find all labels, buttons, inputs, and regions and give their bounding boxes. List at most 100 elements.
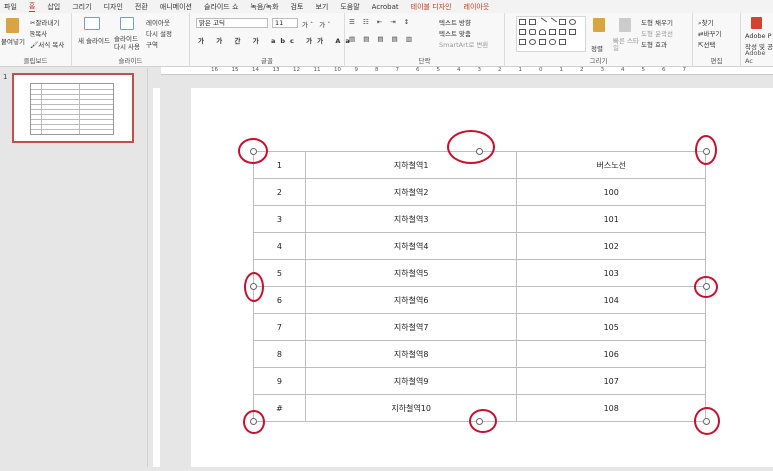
table-cell[interactable]: 101 bbox=[516, 205, 706, 233]
table-cell[interactable]: 지하철역4 bbox=[304, 232, 518, 260]
shape-bracket-icon[interactable] bbox=[539, 39, 546, 45]
shape-textbox-icon[interactable] bbox=[519, 19, 526, 25]
ruler-tick-label: 6 bbox=[662, 67, 666, 73]
table-cell[interactable]: 100 bbox=[516, 178, 706, 206]
shape-effects-button[interactable]: 도형 효과 bbox=[641, 39, 667, 49]
table-cell[interactable]: 지하철역5 bbox=[304, 259, 518, 287]
shapes-gallery[interactable] bbox=[516, 16, 586, 52]
table-cell[interactable]: 지하철역7 bbox=[304, 313, 518, 341]
cut-button[interactable]: ✂잘라내기 bbox=[30, 17, 59, 27]
font-group: 맑은 고딕 11 가ˆ 가ˇ 가 가 간 가 abc 가가 Aa 글꼴 bbox=[190, 13, 350, 67]
select-button[interactable]: ⇱선택 bbox=[698, 39, 715, 49]
shape-textbox-vertical-icon[interactable] bbox=[529, 19, 536, 25]
section-button[interactable]: 구역 bbox=[146, 39, 158, 49]
table-row: 9 지하철역9 107 bbox=[253, 367, 706, 395]
shape-triangle-icon[interactable] bbox=[539, 29, 546, 35]
find-button[interactable]: ⌕찾기 bbox=[698, 17, 714, 28]
table-cell[interactable]: 104 bbox=[516, 286, 706, 314]
table-cell[interactable]: 버스노선 bbox=[516, 151, 706, 179]
shape-oval-icon[interactable] bbox=[569, 19, 576, 25]
slide-thumbnail[interactable] bbox=[12, 73, 134, 143]
shape-outline-button[interactable]: 도형 윤곽선 bbox=[641, 28, 673, 38]
replace-button[interactable]: ⇄바꾸기 bbox=[698, 28, 721, 38]
shape-rounded-rect-icon[interactable] bbox=[529, 29, 536, 35]
tab-animations[interactable]: 애니메이션 bbox=[160, 2, 192, 12]
shape-arrow-down-icon[interactable] bbox=[569, 29, 576, 35]
data-table[interactable]: 1 지하철역1 버스노선 2 지하철역2 100 3 지하철역3 101 4 지하철역4 102 5 지하… bbox=[253, 151, 706, 422]
table-cell[interactable]: 지하철역6 bbox=[304, 286, 518, 314]
arrange-button[interactable]: 정렬 bbox=[591, 43, 603, 53]
table-cell[interactable]: 107 bbox=[516, 367, 706, 395]
arrange-icon bbox=[593, 18, 605, 32]
tab-transitions[interactable]: 전환 bbox=[135, 2, 148, 12]
shape-connector-icon[interactable] bbox=[549, 29, 556, 35]
paste-button[interactable]: 붙여넣기 bbox=[1, 36, 25, 46]
tab-review[interactable]: 검토 bbox=[291, 2, 304, 12]
shape-brace-icon[interactable] bbox=[519, 39, 526, 45]
table-cell[interactable]: 지하철역9 bbox=[304, 367, 518, 395]
tab-draw[interactable]: 그리기 bbox=[72, 2, 91, 12]
vertical-ruler-ticks bbox=[153, 88, 160, 467]
align-text-button[interactable]: 텍스트 맞춤 bbox=[439, 28, 471, 38]
tab-slideshow[interactable]: 슬라이드 쇼 bbox=[204, 2, 238, 12]
reuse-slides-icon bbox=[120, 17, 134, 30]
table-cell[interactable]: 3 bbox=[253, 205, 306, 233]
table-cell[interactable]: 4 bbox=[253, 232, 306, 260]
tab-home[interactable]: 홈 bbox=[28, 1, 36, 12]
quick-styles-button[interactable]: 빠른 스타일 bbox=[613, 38, 639, 52]
tab-insert[interactable]: 삽입 bbox=[47, 2, 60, 12]
reuse-slides-button[interactable]: 슬라이드 다시 사용 bbox=[114, 35, 144, 51]
tab-help[interactable]: 도움말 bbox=[340, 2, 359, 12]
ruler-tick-label: 8 bbox=[375, 67, 379, 73]
list-buttons[interactable]: ☰ ☷ ⇤ ⇥ ↕ bbox=[349, 18, 412, 26]
table-cell[interactable]: 지하철역3 bbox=[304, 205, 518, 233]
table-cell[interactable]: 108 bbox=[516, 394, 706, 422]
tab-view[interactable]: 보기 bbox=[315, 2, 328, 12]
table-cell[interactable]: 8 bbox=[253, 340, 306, 368]
shape-brace2-icon[interactable] bbox=[549, 39, 556, 45]
table-cell[interactable]: 9 bbox=[253, 367, 306, 395]
ruler-tick-label: 4 bbox=[621, 67, 625, 73]
table-cell[interactable]: 지하철역2 bbox=[304, 178, 518, 206]
font-name-select[interactable]: 맑은 고딕 bbox=[196, 18, 268, 28]
table-cell[interactable]: 103 bbox=[516, 259, 706, 287]
table-cell[interactable]: 2 bbox=[253, 178, 306, 206]
smartart-button[interactable]: SmartArt로 변환 bbox=[439, 39, 488, 49]
text-direction-button[interactable]: 텍스트 방향 bbox=[439, 17, 471, 27]
tab-file[interactable]: 파일 bbox=[4, 2, 17, 12]
tab-record[interactable]: 녹음/녹화 bbox=[250, 2, 278, 12]
shape-rect2-icon[interactable] bbox=[519, 29, 526, 35]
shape-more-icon[interactable] bbox=[559, 39, 566, 45]
format-painter-button[interactable]: 🖌서식 복사 bbox=[30, 39, 64, 49]
annotation-circle-middle-right bbox=[694, 276, 718, 298]
shape-fill-button[interactable]: 도형 채우기 bbox=[641, 17, 673, 27]
shape-line-icon[interactable] bbox=[537, 17, 548, 27]
font-grow-shrink-buttons[interactable]: 가ˆ 가ˇ bbox=[302, 19, 333, 29]
tab-acrobat[interactable]: Acrobat bbox=[372, 3, 399, 11]
shape-rect-icon[interactable] bbox=[559, 19, 566, 25]
font-size-select[interactable]: 11 bbox=[272, 18, 298, 28]
select-label: 선택 bbox=[703, 41, 716, 49]
copy-button[interactable]: ⎘복사 bbox=[30, 28, 47, 39]
tab-layout[interactable]: 레이아웃 bbox=[464, 2, 490, 12]
shape-star-icon[interactable] bbox=[529, 39, 536, 45]
adobe-create-button[interactable]: Adobe P bbox=[745, 32, 772, 40]
table-cell[interactable]: 105 bbox=[516, 313, 706, 341]
table-cell[interactable]: 7 bbox=[253, 313, 306, 341]
table-row: 5 지하철역5 103 bbox=[253, 259, 706, 287]
ruler-tick-label: 0 bbox=[539, 67, 543, 73]
table-cell[interactable]: 지하철역8 bbox=[304, 340, 518, 368]
ruler-tick-label: 5 bbox=[641, 67, 646, 73]
shape-arrow-right-icon[interactable] bbox=[559, 29, 566, 35]
tab-design[interactable]: 디자인 bbox=[104, 2, 123, 12]
align-buttons[interactable]: ▤ ▤ ▤ ▤ ▥ bbox=[349, 35, 415, 43]
table-cell[interactable]: 106 bbox=[516, 340, 706, 368]
quick-styles-icon bbox=[619, 18, 631, 32]
font-format-buttons[interactable]: 가 가 간 가 abc 가가 Aa bbox=[198, 35, 355, 45]
shape-arrow-icon[interactable] bbox=[547, 17, 558, 27]
table-cell[interactable]: 102 bbox=[516, 232, 706, 260]
layout-button[interactable]: 레이아웃 bbox=[146, 17, 170, 27]
reset-button[interactable]: 다시 설정 bbox=[146, 28, 172, 38]
new-slide-button[interactable]: 새 슬라이드 bbox=[78, 35, 110, 45]
tab-table-design[interactable]: 테이블 디자인 bbox=[411, 2, 452, 12]
